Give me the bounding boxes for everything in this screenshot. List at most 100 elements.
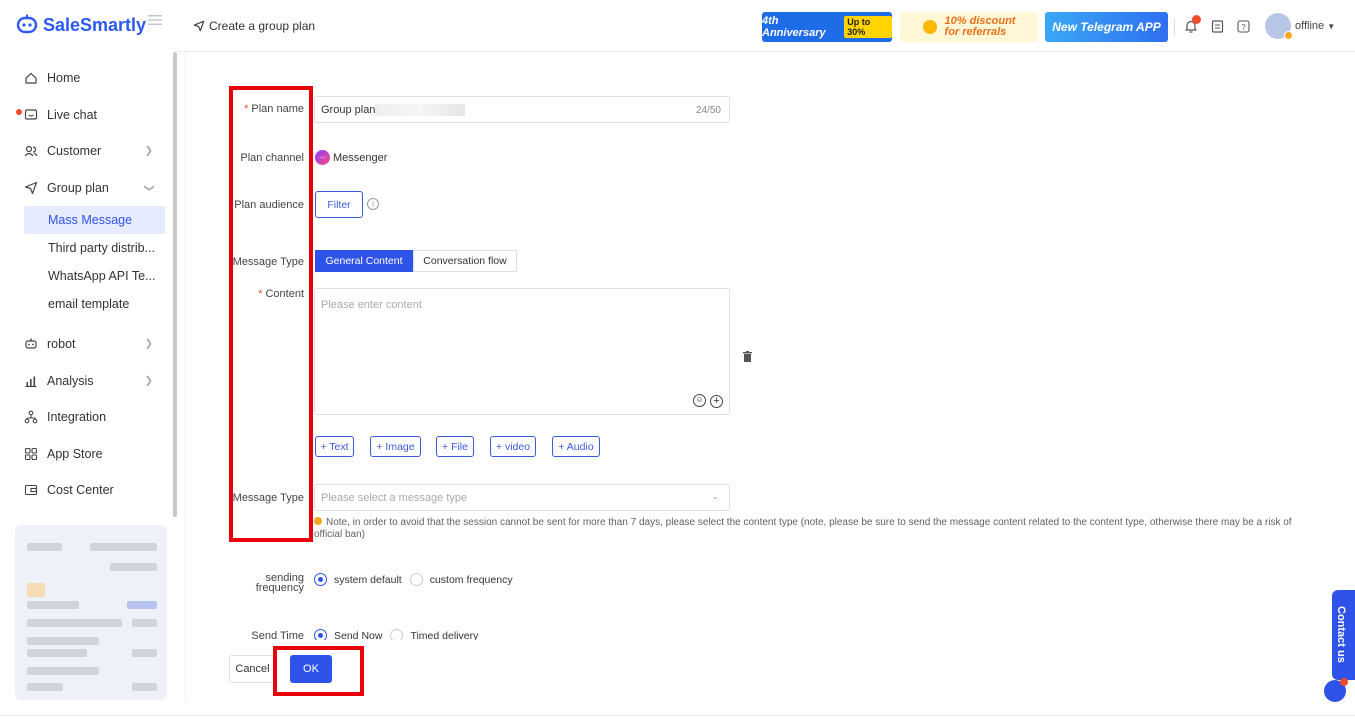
blurred-emoji — [27, 583, 45, 597]
chevron-down-icon: ❯ — [143, 183, 155, 192]
tab-general-content[interactable]: General Content — [315, 250, 413, 272]
sidebar-subitem-mass-message[interactable]: Mass Message — [24, 206, 165, 234]
info-icon[interactable]: i — [367, 198, 379, 210]
warning-dot-icon — [314, 517, 322, 525]
blurred-text — [27, 619, 122, 627]
sidebar-item-label: Cost Center — [47, 483, 114, 498]
users-icon — [24, 144, 38, 158]
blurred-text — [132, 619, 157, 627]
page-title: Create a group plan — [209, 19, 316, 33]
referral-text-2: for referrals — [944, 26, 1007, 38]
message-type-placeholder: Please select a message type — [321, 492, 468, 504]
blurred-text — [27, 543, 62, 551]
sidebar-item-cost-center[interactable]: Cost Center — [0, 472, 175, 509]
svg-text:?: ? — [1241, 23, 1246, 32]
blurred-text — [110, 563, 157, 571]
radio-system-default[interactable] — [314, 573, 327, 586]
trash-icon[interactable] — [743, 351, 752, 362]
blurred-text — [375, 104, 465, 116]
status-dropdown[interactable]: offline ▼ — [1295, 20, 1335, 32]
sidebar-item-integration[interactable]: Integration — [0, 399, 175, 436]
logo-text: SaleSmartly — [43, 14, 147, 35]
sidebar-item-label: Live chat — [47, 107, 98, 122]
chevron-right-icon: ❯ — [144, 375, 153, 387]
sidebar-item-label: Integration — [47, 410, 107, 425]
highlight-box-labels — [229, 86, 313, 542]
cancel-button[interactable]: Cancel — [229, 655, 276, 683]
filter-button[interactable]: Filter — [315, 191, 363, 218]
sidebar-subitem-whatsapp-api[interactable]: WhatsApp API Te... — [24, 262, 165, 290]
add-text-button[interactable]: + Text — [315, 436, 354, 457]
user-avatar[interactable] — [1265, 13, 1293, 40]
coin-icon — [922, 20, 937, 34]
sidebar-item-label: Group plan — [47, 180, 109, 195]
menu-collapse-icon[interactable] — [148, 14, 162, 26]
notification-badge — [1192, 15, 1201, 24]
add-video-button[interactable]: + video — [490, 436, 536, 457]
blurred-text — [132, 649, 157, 657]
custom-frequency-label: custom frequency — [429, 573, 513, 586]
integration-icon — [24, 410, 38, 424]
logo[interactable]: SaleSmartly — [15, 12, 146, 38]
add-file-button[interactable]: + File — [436, 436, 474, 457]
sidebar-item-home[interactable]: Home — [0, 60, 175, 97]
status-indicator — [1284, 31, 1293, 40]
plan-name-value: Group plan- — [321, 104, 380, 116]
highlight-box-ok — [273, 646, 364, 696]
top-header: Create a group plan 4th Anniversary Up t… — [177, 0, 1355, 52]
breadcrumb: Create a group plan — [193, 19, 315, 33]
sidebar-item-label: App Store — [47, 446, 103, 461]
content-textarea[interactable]: Please enter content ☺ + — [314, 288, 730, 415]
content-placeholder: Please enter content — [321, 299, 422, 311]
blurred-text — [132, 683, 157, 691]
telegram-banner[interactable]: New Telegram APP — [1045, 12, 1168, 42]
notification-bell-icon[interactable] — [1183, 15, 1201, 34]
sidebar-item-live-chat[interactable]: Live chat — [0, 97, 175, 134]
radio-custom-frequency[interactable] — [409, 573, 423, 586]
caret-down-icon: ▼ — [1327, 22, 1336, 31]
sidebar-subitem-email-template[interactable]: email template — [24, 290, 165, 318]
chevron-right-icon: ❯ — [144, 338, 153, 350]
add-image-button[interactable]: + Image — [370, 436, 421, 457]
blurred-text — [27, 637, 99, 645]
sidebar-subitem-third-party[interactable]: Third party distrib... — [24, 234, 165, 262]
blurred-text — [27, 601, 79, 609]
promo-card-blurred — [15, 525, 167, 700]
sidebar-nav: Home Live chat Customer ❯ Group plan ❯ M… — [0, 60, 175, 509]
chat-launcher-button[interactable] — [1324, 678, 1348, 702]
home-icon — [24, 71, 38, 85]
sidebar-item-analysis[interactable]: Analysis ❯ — [0, 363, 175, 400]
anniversary-banner[interactable]: 4th Anniversary Up to 30% — [762, 12, 892, 42]
sidebar-item-group-plan[interactable]: Group plan ❯ — [0, 170, 175, 207]
send-time-label: Send Time — [251, 630, 304, 640]
chevron-down-icon: ⌄ — [711, 491, 719, 501]
clipboard-icon[interactable] — [1209, 18, 1225, 34]
send-icon — [193, 20, 205, 32]
sidebar-item-label: Home — [47, 71, 81, 86]
sidebar-item-customer[interactable]: Customer ❯ — [0, 133, 175, 170]
add-circle-icon[interactable]: + — [710, 395, 723, 408]
send-icon — [24, 181, 38, 195]
radio-send-now[interactable] — [314, 629, 327, 640]
message-type-select[interactable]: Please select a message type ⌄ — [314, 484, 730, 511]
plan-name-input[interactable]: Group plan- 24/50 — [314, 96, 730, 123]
add-audio-button[interactable]: + Audio — [552, 436, 600, 457]
help-icon[interactable]: ? — [1235, 18, 1251, 34]
sidebar-item-app-store[interactable]: App Store — [0, 436, 175, 473]
sidebar-item-label: Customer — [47, 144, 102, 159]
anniversary-tag: Up to 30% — [844, 16, 892, 38]
sidebar-item-label: Analysis — [47, 373, 94, 388]
blurred-text — [27, 683, 63, 691]
contact-us-tab[interactable]: Contact us — [1332, 590, 1355, 680]
group-plan-submenu: Mass Message Third party distrib... What… — [0, 206, 175, 318]
sidebar-item-robot[interactable]: robot ❯ — [0, 326, 175, 363]
referral-banner[interactable]: 10% discount for referrals — [900, 12, 1038, 42]
emoji-icon[interactable]: ☺ — [693, 394, 706, 407]
radio-timed-delivery[interactable] — [390, 629, 404, 640]
send-time-radio-group: Send Now Timed delivery — [314, 629, 478, 640]
messenger-icon — [315, 150, 330, 165]
sidebar-item-label: robot — [47, 337, 76, 352]
analysis-icon — [24, 374, 38, 388]
tab-conversation-flow[interactable]: Conversation flow — [413, 250, 517, 272]
sidebar-scrollbar[interactable] — [173, 52, 177, 517]
